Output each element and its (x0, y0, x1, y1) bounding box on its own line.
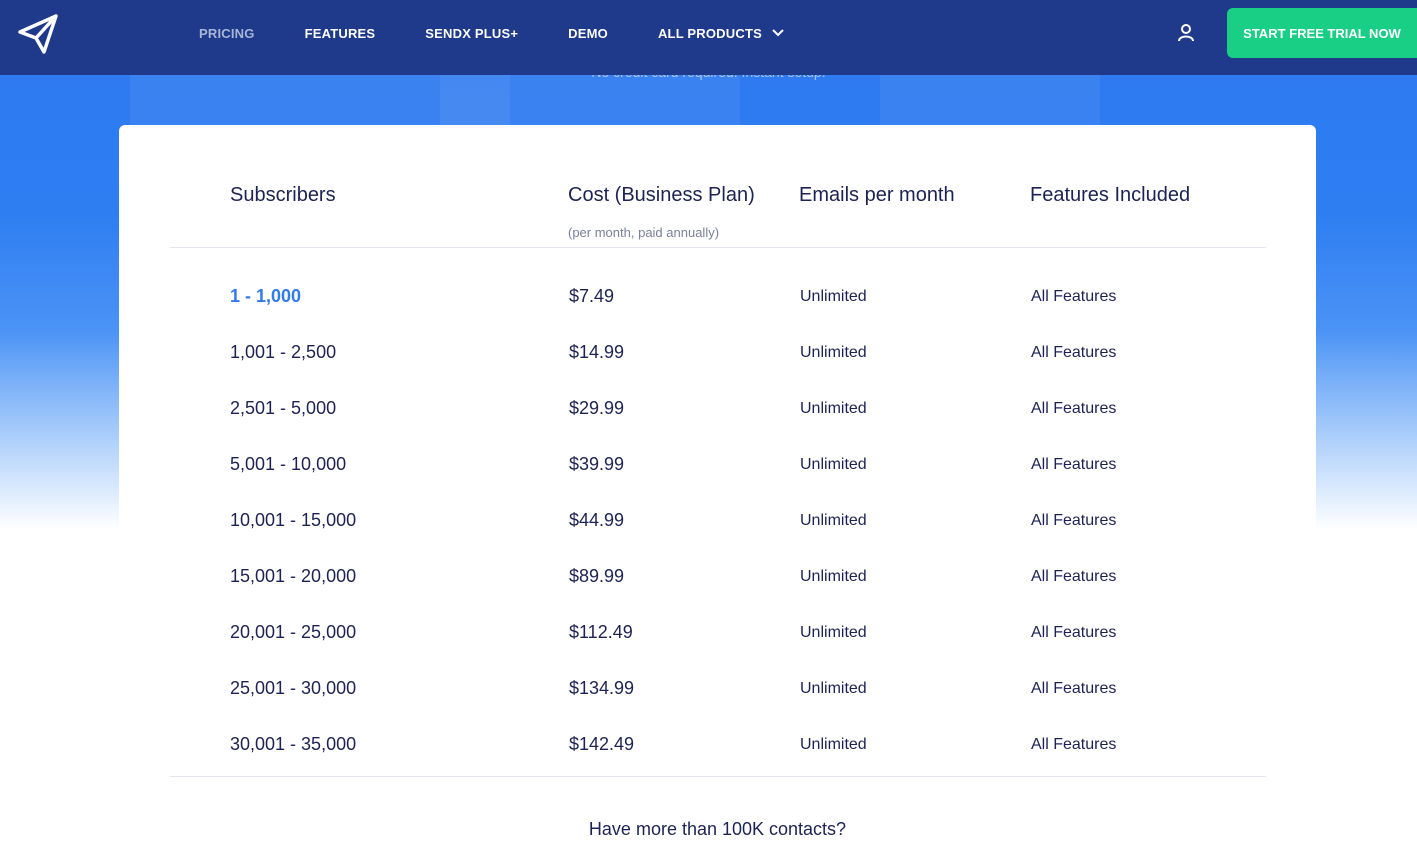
cell-features: All Features (1031, 512, 1117, 529)
user-account-icon[interactable] (1176, 23, 1196, 43)
top-navbar: PRICING FEATURES SENDX PLUS+ DEMO ALL PR… (0, 0, 1417, 75)
chevron-down-icon (772, 29, 784, 37)
cell-features: All Features (1031, 400, 1117, 417)
table-row: 5,001 - 10,000 $39.99 Unlimited All Feat… (119, 438, 1316, 494)
cell-cost: $7.49 (569, 286, 615, 306)
table-row: 15,001 - 20,000 $89.99 Unlimited All Fea… (119, 550, 1316, 606)
table-row: 30,001 - 35,000 $142.49 Unlimited All Fe… (119, 718, 1316, 774)
cell-features: All Features (1031, 680, 1117, 697)
cell-features: All Features (1031, 456, 1117, 473)
header-features: Features Included (1030, 184, 1191, 206)
nav-all-products[interactable]: ALL PRODUCTS (658, 26, 784, 41)
nav-sendx-plus[interactable]: SENDX PLUS+ (425, 26, 518, 41)
cell-cost: $89.99 (569, 566, 625, 586)
nav-links: PRICING FEATURES SENDX PLUS+ DEMO ALL PR… (199, 0, 834, 66)
cell-cost: $39.99 (569, 454, 625, 474)
cell-emails: Unlimited (800, 736, 867, 753)
cell-emails: Unlimited (800, 456, 867, 473)
cell-cost: $44.99 (569, 510, 625, 530)
cell-subscribers: 15,001 - 20,000 (230, 566, 357, 586)
cell-subscribers: 10,001 - 15,000 (230, 510, 357, 530)
cell-emails: Unlimited (800, 288, 867, 305)
cell-subscribers: 2,501 - 5,000 (230, 398, 337, 418)
cell-cost: $14.99 (569, 342, 625, 362)
nav-features[interactable]: FEATURES (305, 26, 376, 41)
cell-subscribers: 30,001 - 35,000 (230, 734, 357, 754)
cell-emails: Unlimited (800, 680, 867, 697)
pricing-table-card: Subscribers Cost (Business Plan) Emails … (119, 125, 1316, 855)
header-emails: Emails per month (799, 184, 955, 206)
cell-emails: Unlimited (800, 400, 867, 417)
table-row: 10,001 - 15,000 $44.99 Unlimited All Fea… (119, 494, 1316, 550)
header-cost: Cost (Business Plan) (568, 184, 755, 206)
cell-subscribers: 1 - 1,000 (230, 286, 302, 306)
cell-features: All Features (1031, 736, 1117, 753)
more-contacts-prompt: Have more than 100K contacts? (588, 819, 847, 839)
cell-cost: $134.99 (569, 678, 635, 698)
table-row: 25,001 - 30,000 $134.99 Unlimited All Fe… (119, 662, 1316, 718)
cell-subscribers: 5,001 - 10,000 (230, 454, 347, 474)
table-row: 1 - 1,000 $7.49 Unlimited All Features (119, 270, 1316, 326)
header-cost-note: (per month, paid annually) (568, 225, 720, 240)
cell-emails: Unlimited (800, 568, 867, 585)
paper-plane-logo-icon[interactable] (16, 12, 60, 56)
table-header: Subscribers Cost (Business Plan) Emails … (170, 125, 1266, 248)
cell-cost: $142.49 (569, 734, 635, 754)
cell-features: All Features (1031, 344, 1117, 361)
cell-emails: Unlimited (800, 512, 867, 529)
cell-subscribers: 20,001 - 25,000 (230, 622, 357, 642)
cell-subscribers: 1,001 - 2,500 (230, 342, 337, 362)
nav-all-products-label: ALL PRODUCTS (657, 25, 762, 41)
cell-emails: Unlimited (800, 344, 867, 361)
cell-subscribers: 25,001 - 30,000 (230, 678, 357, 698)
header-subscribers: Subscribers (230, 184, 336, 206)
cell-cost: $29.99 (569, 398, 625, 418)
table-row: 2,501 - 5,000 $29.99 Unlimited All Featu… (119, 382, 1316, 438)
cell-features: All Features (1031, 624, 1117, 641)
cell-emails: Unlimited (800, 624, 867, 641)
cell-features: All Features (1031, 288, 1117, 305)
nav-pricing[interactable]: PRICING (199, 26, 255, 41)
table-bottom-divider (170, 776, 1266, 777)
nav-demo[interactable]: DEMO (568, 26, 608, 41)
table-row: 20,001 - 25,000 $112.49 Unlimited All Fe… (119, 606, 1316, 662)
cell-features: All Features (1031, 568, 1117, 585)
start-free-trial-button[interactable]: START FREE TRIAL NOW (1227, 8, 1417, 58)
table-row: 1,001 - 2,500 $14.99 Unlimited All Featu… (119, 326, 1316, 382)
cell-cost: $112.49 (569, 622, 633, 642)
